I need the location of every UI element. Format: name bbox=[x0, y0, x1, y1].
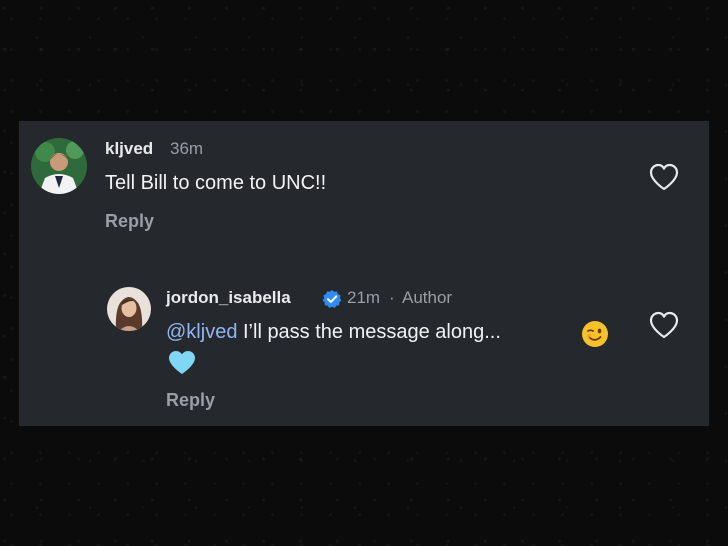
avatar[interactable] bbox=[107, 287, 151, 331]
comment-text: @kljved I’ll pass the message along... bbox=[166, 321, 501, 344]
comment-text-body: I’ll pass the message along... bbox=[237, 321, 501, 343]
reply-button[interactable]: Reply bbox=[166, 390, 215, 411]
comment-timestamp: 21m bbox=[347, 288, 381, 307]
comment-username[interactable]: kljved bbox=[105, 139, 153, 159]
comment-username[interactable]: jordon_isabella bbox=[166, 288, 291, 308]
mention-link[interactable]: @kljved bbox=[166, 321, 237, 343]
comment-text: Tell Bill to come to UNC!! bbox=[105, 172, 327, 194]
author-label: Author bbox=[402, 288, 453, 307]
avatar[interactable] bbox=[31, 138, 87, 194]
verified-badge-icon bbox=[322, 289, 342, 314]
like-heart-icon[interactable] bbox=[649, 163, 679, 196]
comments-panel: kljved 36m Tell Bill to come to UNC!! Re… bbox=[19, 121, 709, 426]
comment-timestamp: 36m bbox=[170, 139, 204, 158]
like-heart-icon[interactable] bbox=[649, 311, 679, 344]
reply-button[interactable]: Reply bbox=[105, 211, 154, 232]
light-blue-heart-emoji bbox=[168, 350, 196, 380]
winking-face-emoji bbox=[581, 320, 609, 353]
separator-dot: · bbox=[389, 288, 395, 307]
